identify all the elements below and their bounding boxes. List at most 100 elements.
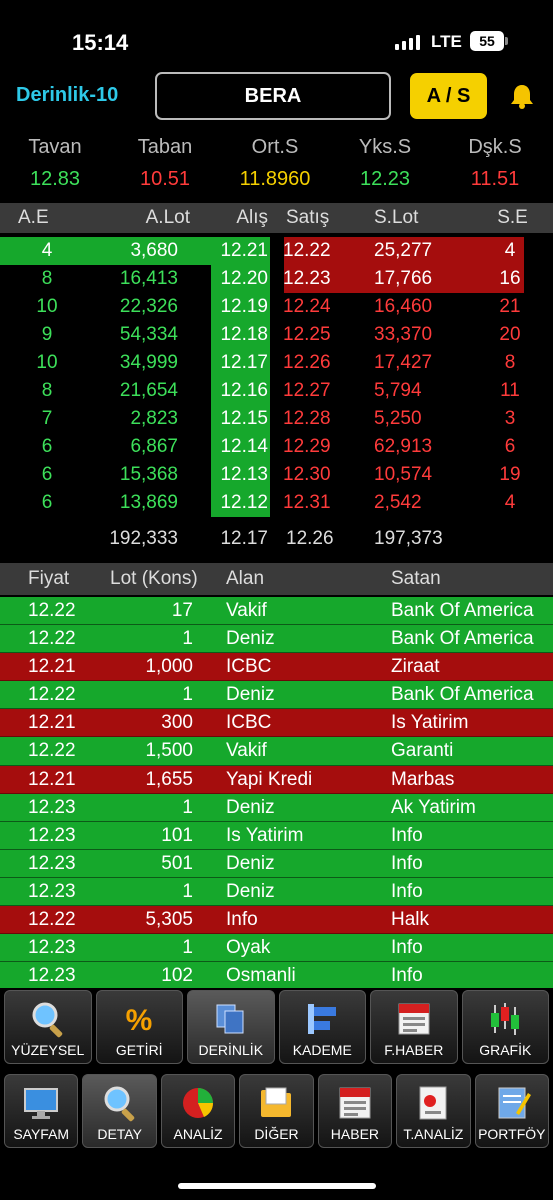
trade-row[interactable]: 12.23 1 Deniz Info (0, 877, 553, 907)
tab-dier[interactable]: DİĞER (239, 1074, 314, 1148)
tab-analiz[interactable]: ANALİZ (160, 1074, 236, 1148)
tab-tanaliz[interactable]: T.ANALİZ (396, 1074, 471, 1148)
trade-buyer: Deniz (226, 628, 275, 650)
tab-portfy[interactable]: PORTFÖY (474, 1074, 549, 1148)
trade-price: 12.21 (28, 656, 76, 678)
trade-seller: Info (391, 852, 423, 874)
summary-taban: Taban 10.51 (110, 136, 220, 191)
trade-row[interactable]: 12.23 102 Osmanli Info (0, 962, 553, 991)
ask-orders: 4 (504, 240, 516, 261)
ask-lot: 25,277 (374, 240, 433, 261)
summary-ykss: Yks.S 12.23 (330, 136, 440, 191)
depth-header-cell: A.Lot (145, 207, 190, 228)
ask-lot: 5,250 (374, 408, 422, 429)
ask-orders: 4 (504, 492, 516, 513)
trade-price: 12.21 (28, 768, 76, 790)
candlestick-icon (485, 999, 525, 1039)
trade-row[interactable]: 12.23 1 Deniz Ak Yatirim (0, 793, 553, 822)
trade-buyer: Deniz (226, 796, 275, 818)
trade-lot: 5,305 (145, 909, 193, 931)
tab-haber[interactable]: HABER (317, 1074, 393, 1148)
depth-header-cell: S.E (497, 207, 528, 228)
trade-row[interactable]: 12.22 1 Deniz Bank Of America (0, 625, 553, 654)
trade-row[interactable]: 12.23 101 Is Yatirim Info (0, 821, 553, 850)
trade-row[interactable]: 12.22 1,500 Vakif Garanti (0, 737, 553, 766)
bid-price: 12.19 (220, 296, 268, 317)
tab-sayfam[interactable]: SAYFAM (4, 1074, 79, 1148)
tab-derinlik[interactable]: DERİNLİK (187, 990, 275, 1064)
symbol-input[interactable]: BERA (155, 72, 391, 120)
tab-label: F.HABER (384, 1042, 444, 1058)
depth-row[interactable]: 6 15,368 12.13 12.30 10,574 19 (0, 461, 553, 489)
tab-yzeysel[interactable]: YÜZEYSEL (4, 990, 92, 1064)
depth-row[interactable]: 9 54,334 12.18 12.25 33,370 20 (0, 321, 553, 349)
bid-orders: 9 (41, 324, 53, 345)
bell-icon[interactable] (508, 82, 536, 110)
ask-price: 12.29 (283, 436, 331, 457)
tab-kademe[interactable]: KADEME (278, 990, 366, 1064)
trade-lot: 102 (161, 965, 193, 987)
tab-label: YÜZEYSEL (11, 1042, 85, 1058)
summary-tavan: Tavan 12.83 (0, 136, 110, 191)
summary-label: Tavan (28, 136, 82, 158)
ask-price: 12.31 (283, 492, 331, 513)
trade-row[interactable]: 12.23 1 Oyak Info (0, 934, 553, 963)
trade-row[interactable]: 12.22 5,305 Info Halk (0, 906, 553, 935)
trade-row[interactable]: 12.21 300 ICBC Is Yatirim (0, 709, 553, 738)
trade-lot: 1 (182, 628, 193, 650)
bid-orders: 10 (36, 296, 58, 317)
trade-buyer: Info (226, 909, 258, 931)
trade-lot: 1,500 (145, 740, 193, 762)
tab-label: DİĞER (254, 1126, 299, 1142)
trade-row[interactable]: 12.21 1,655 Yapi Kredi Marbas (0, 765, 553, 794)
trade-row[interactable]: 12.21 1,000 ICBC Ziraat (0, 653, 553, 682)
trade-lot: 1 (182, 796, 193, 818)
tab-getiri[interactable]: % GETİRİ (95, 990, 183, 1064)
status-time: 15:14 (72, 30, 129, 55)
depth-header-cell: S.Lot (374, 207, 419, 228)
tab-detay[interactable]: DETAY (82, 1074, 157, 1148)
depth-row[interactable]: 7 2,823 12.15 12.28 5,250 3 (0, 405, 553, 433)
trade-price: 12.22 (28, 740, 76, 762)
tab-grafik[interactable]: GRAFİK (461, 990, 549, 1064)
bid-price: 12.13 (220, 464, 268, 485)
summary-value: 12.23 (359, 168, 411, 190)
ask-lot: 62,913 (374, 436, 433, 457)
ask-lot: 5,794 (374, 380, 422, 401)
depth-selector[interactable]: Derinlik-10 (16, 84, 118, 107)
trade-seller: Info (391, 824, 423, 846)
tab-label: GRAFİK (479, 1042, 532, 1058)
trade-row[interactable]: 12.22 17 Vakif Bank Of America (0, 597, 553, 626)
trades-table-header: Fiyat Lot (Kons) Alan Satan (0, 563, 553, 595)
trade-price: 12.23 (28, 880, 76, 902)
notepad-icon (492, 1083, 532, 1123)
ask-orders: 3 (504, 408, 516, 429)
trade-buyer: Deniz (226, 852, 275, 874)
bid-price: 12.20 (220, 268, 268, 289)
summary-value: 12.83 (29, 168, 81, 190)
depth-row[interactable]: 6 13,869 12.12 12.31 2,542 4 (0, 489, 553, 517)
tab-fhaber[interactable]: F.HABER (370, 990, 458, 1064)
ask-price: 12.27 (283, 380, 331, 401)
trade-seller: Halk (391, 909, 430, 931)
home-indicator[interactable] (178, 1183, 376, 1189)
tab-label: KADEME (292, 1042, 352, 1058)
depth-row[interactable]: 4 3,680 12.21 12.22 25,277 4 (0, 237, 553, 265)
trade-row[interactable]: 12.22 1 Deniz Bank Of America (0, 681, 553, 710)
summary-value: 11.51 (470, 168, 520, 190)
ask-orders: 16 (499, 268, 521, 289)
bid-price: 12.17 (220, 352, 268, 373)
trade-seller: Bank Of America (391, 628, 534, 650)
magnifier-icon (28, 999, 68, 1039)
buy-sell-button[interactable]: A / S (410, 73, 487, 119)
tab-label: DERİNLİK (198, 1042, 264, 1058)
depth-row[interactable]: 8 16,413 12.20 12.23 17,766 16 (0, 265, 553, 293)
depth-row[interactable]: 10 22,326 12.19 12.24 16,460 21 (0, 293, 553, 321)
ask-price: 12.25 (283, 324, 331, 345)
trade-row[interactable]: 12.23 501 Deniz Info (0, 849, 553, 878)
depth-row[interactable]: 6 6,867 12.14 12.29 62,913 6 (0, 433, 553, 461)
depth-totals: 192,333 12.17 12.26 197,373 (0, 525, 553, 555)
depth-row[interactable]: 8 21,654 12.16 12.27 5,794 11 (0, 377, 553, 405)
trade-buyer: ICBC (226, 656, 272, 678)
depth-row[interactable]: 10 34,999 12.17 12.26 17,427 8 (0, 349, 553, 377)
